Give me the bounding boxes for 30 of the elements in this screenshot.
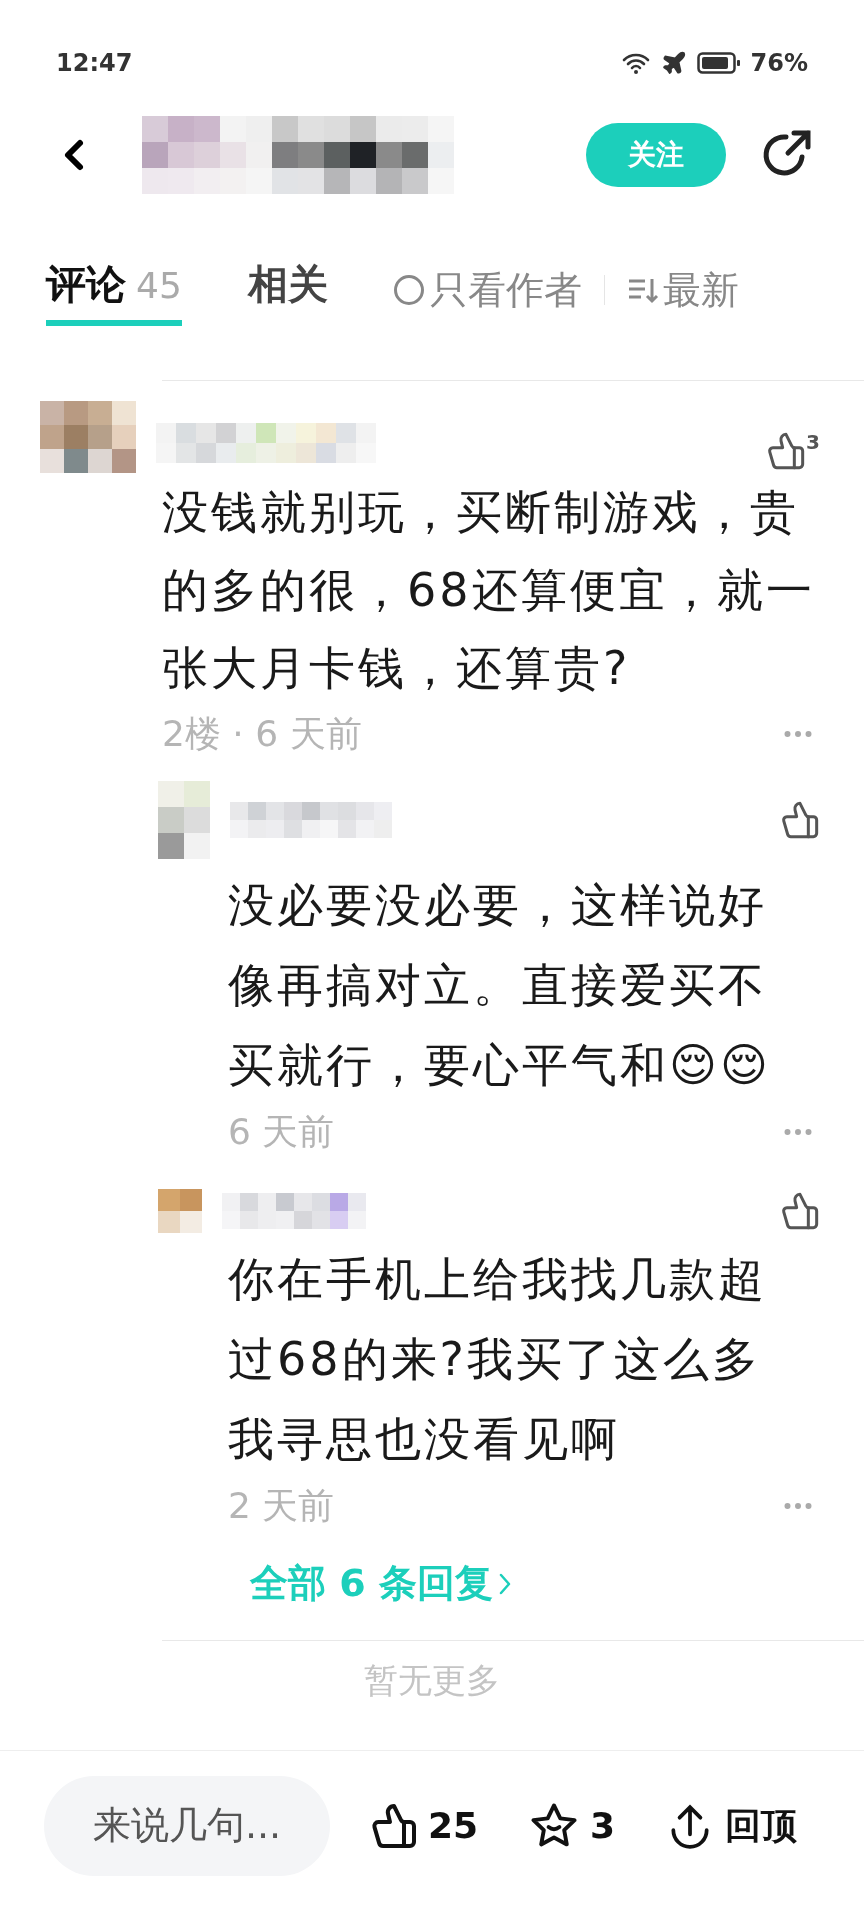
tab[interactable]: 评论 45 (46, 254, 182, 326)
wifi-icon (620, 51, 651, 75)
like-button[interactable]: 25 (370, 1798, 479, 1853)
back-to-top-button[interactable]: 回顶 (665, 1798, 798, 1853)
like-button[interactable]: 3 (766, 431, 820, 471)
battery-icon (696, 51, 741, 75)
reply-text: 没必要没必要，这样说好像再搞对立。直接爱买不买就行，要心平气和😌😌 (228, 877, 772, 1094)
comment-input[interactable]: 来说几句... (44, 1775, 330, 1876)
battery-level: 76% (750, 48, 808, 79)
status-time: 12:47 (56, 48, 133, 79)
like-button[interactable] (780, 1191, 820, 1231)
like-count: 3 (806, 429, 820, 456)
thumbs-up-icon (370, 1801, 418, 1850)
thumbs-up-icon (766, 431, 807, 471)
reply-text: 你在手机上给我找几款超过68的来?我买了这么多我寻思也没看见啊 (228, 1251, 768, 1468)
like-button[interactable] (780, 800, 820, 840)
comment-meta: 2 天前 (228, 1484, 335, 1528)
comment-meta: 6 天前 (228, 1110, 335, 1154)
author-only-toggle[interactable]: 只看作者 (393, 261, 582, 319)
end-note: 暂无更多 (364, 1659, 500, 1702)
airplane-icon (660, 50, 687, 76)
favorite-button[interactable]: 3 (528, 1798, 616, 1853)
thumbs-up-icon (780, 1191, 820, 1231)
sort-button[interactable]: 最新 (626, 261, 739, 319)
chevron-right-icon (498, 1572, 511, 1595)
comment-meta: 2楼 · 6 天前 (162, 712, 362, 756)
avatar (158, 1189, 202, 1233)
tab[interactable]: 相关 (247, 254, 328, 326)
thumbs-up-icon (780, 800, 820, 840)
comment-text: 没钱就别玩，买断制游戏，贵的多的很，68还算便宜，就一张大月卡钱，还算贵? (162, 484, 816, 697)
